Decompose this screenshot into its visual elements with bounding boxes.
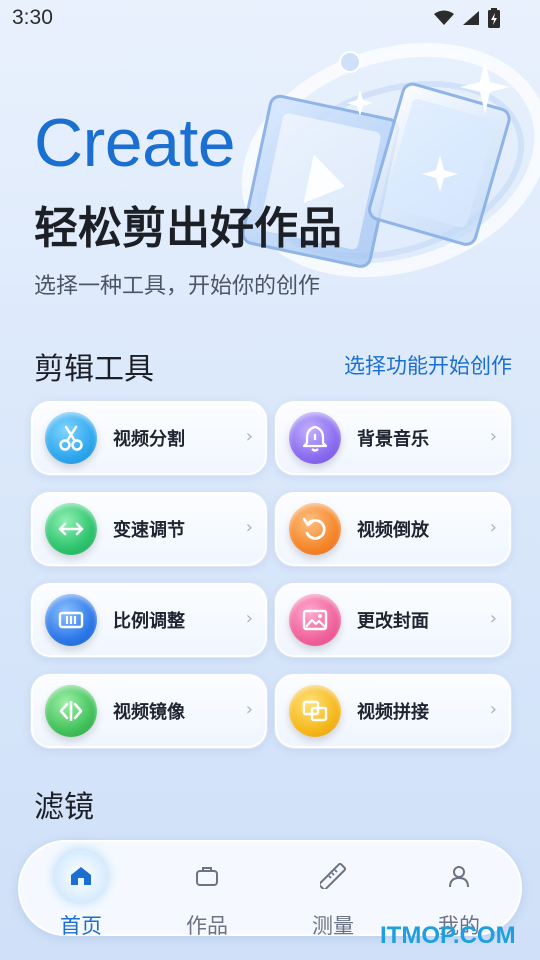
rewind-icon [289,503,341,555]
watermark: ITMOP.COM [380,922,516,949]
nav-label: 首页 [60,914,102,938]
edit-tools-title: 剪辑工具 [34,352,154,387]
tool-label: 背景音乐 [357,429,429,450]
hero-description: 选择一种工具，开始你的创作 [34,274,321,299]
tool-label: 比例调整 [113,611,185,632]
filters-title: 滤镜 [34,790,94,825]
chevron-right-icon: › [245,517,253,538]
nav-measure[interactable]: 测量 [270,840,396,938]
bell-icon [289,412,341,464]
arrows-horizontal-icon [45,503,97,555]
briefcase-icon [181,850,233,902]
home-icon [55,850,107,902]
chevron-right-icon: › [245,426,253,447]
tool-label: 更改封面 [357,611,429,632]
chevron-right-icon: › [489,426,497,447]
start-creating-link[interactable]: 选择功能开始创作 [344,350,512,380]
user-icon [433,850,485,902]
nav-home[interactable]: 首页 [18,840,144,938]
tool-speed-adjust[interactable]: 变速调节 › [30,491,268,567]
tool-label: 视频拼接 [357,702,429,723]
tool-label: 视频分割 [113,429,185,450]
merge-icon [289,685,341,737]
nav-works[interactable]: 作品 [144,840,270,938]
tool-change-cover[interactable]: 更改封面 › [274,582,512,658]
tool-video-split[interactable]: 视频分割 › [30,400,268,476]
tool-label: 视频镜像 [113,702,185,723]
chevron-right-icon: › [489,608,497,629]
mirror-icon [45,685,97,737]
chevron-right-icon: › [489,699,497,720]
tool-label: 视频倒放 [357,520,429,541]
scissors-icon [45,412,97,464]
chevron-right-icon: › [245,608,253,629]
tool-ratio-adjust[interactable]: 比例调整 › [30,582,268,658]
tool-video-mirror[interactable]: 视频镜像 › [30,673,268,749]
hero-subtitle: 轻松剪出好作品 [34,203,342,254]
tool-video-merge[interactable]: 视频拼接 › [274,673,512,749]
image-icon [289,594,341,646]
chevron-right-icon: › [245,699,253,720]
tool-label: 变速调节 [113,520,185,541]
hero-title: Create [34,105,236,181]
status-time: 3:30 [12,6,53,29]
ruler-icon [307,850,359,902]
nav-label: 测量 [312,914,354,938]
nav-label: 作品 [186,914,228,938]
ratio-icon [45,594,97,646]
tool-background-music[interactable]: 背景音乐 › [274,400,512,476]
tool-video-reverse[interactable]: 视频倒放 › [274,491,512,567]
chevron-right-icon: › [489,517,497,538]
